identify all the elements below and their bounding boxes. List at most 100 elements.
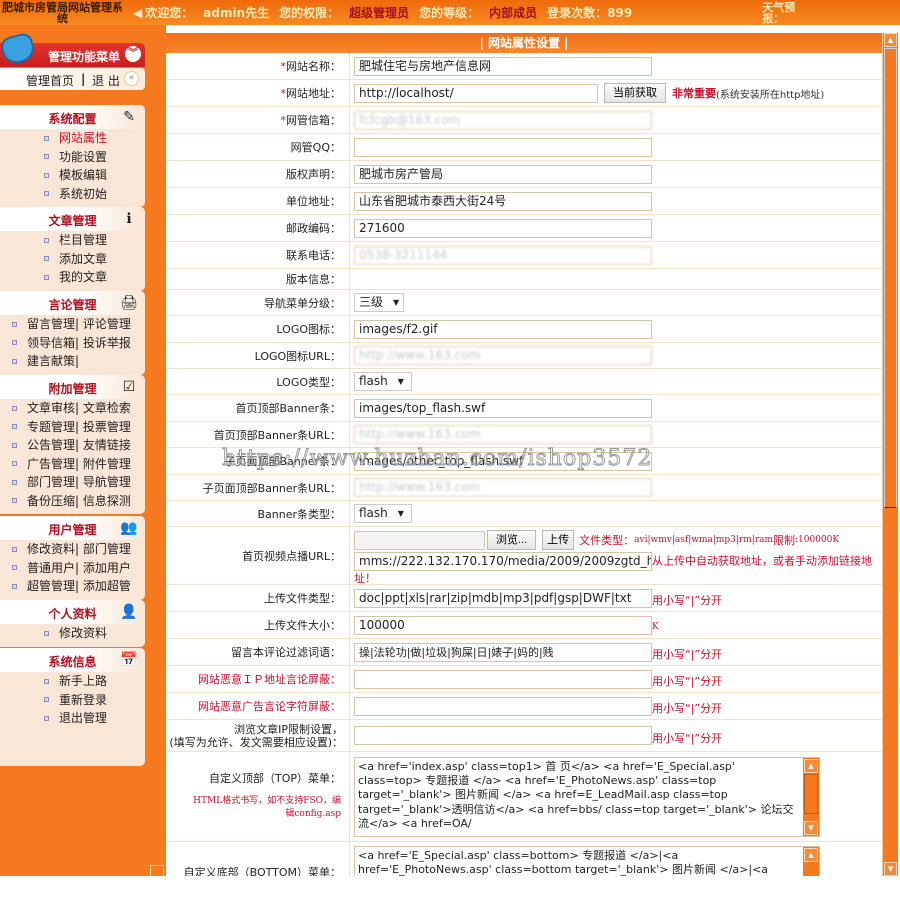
- home-banner-url-input[interactable]: http://www.163.com: [354, 425, 652, 444]
- bullet-icon: [12, 565, 17, 570]
- menu-item[interactable]: 添加文章: [59, 252, 107, 266]
- address-input[interactable]: 山东省肥城市泰西大街24号: [354, 191, 652, 211]
- menu-item[interactable]: 附件管理: [83, 457, 131, 471]
- menu-item[interactable]: 退出管理: [59, 711, 107, 725]
- user-icon: 👤: [120, 604, 138, 620]
- menu-item[interactable]: 信息探测: [83, 494, 131, 508]
- menu-group-header[interactable]: 个人资料 👤: [0, 600, 145, 624]
- scroll-up-icon[interactable]: ▲: [884, 33, 897, 47]
- separator: |: [75, 493, 83, 508]
- sub-banner-url-input[interactable]: http://www.163.com: [354, 478, 652, 497]
- upload-types-input[interactable]: doc|ppt|xls|rar|zip|mdb|mp3|pdf|gsp|DWF|…: [354, 588, 652, 608]
- back-arrow-icon[interactable]: ◀: [133, 6, 142, 20]
- logo-input[interactable]: images/f2.gif: [354, 319, 652, 339]
- logo-url-input[interactable]: http://www.163.com: [354, 346, 652, 365]
- logout-link[interactable]: 退 出: [92, 72, 120, 89]
- menu-item[interactable]: 新手上路: [59, 674, 107, 688]
- hide-sidebar-icon[interactable]: «: [124, 71, 139, 86]
- menu-item[interactable]: 添加用户: [83, 561, 131, 575]
- menu-item[interactable]: 导航管理: [83, 475, 131, 489]
- row-banner-type: Banner条类型： flash ▼: [166, 501, 882, 527]
- menu-item[interactable]: 公告管理: [27, 438, 75, 452]
- upload-size-input[interactable]: 100000: [354, 615, 652, 635]
- menu-item[interactable]: 普通用户: [27, 561, 75, 575]
- scroll-thumb[interactable]: [884, 48, 897, 508]
- video-url-input[interactable]: mms://222.132.170.170/media/2009/2009zgt…: [354, 552, 652, 571]
- scroll-down-icon[interactable]: ▼: [804, 820, 818, 835]
- upload-button[interactable]: 上传: [542, 530, 575, 550]
- menu-item-row: 超管管理| 添加超管: [0, 577, 145, 596]
- scroll-up-icon[interactable]: ▲: [804, 848, 818, 862]
- bullet-icon: [12, 498, 17, 503]
- menu-item-row: 文章审核| 文章检索: [0, 399, 145, 418]
- textarea-scrollbar[interactable]: ▲: [803, 847, 819, 876]
- menu-group-header[interactable]: 系统配置 ✎: [0, 105, 145, 129]
- menu-item[interactable]: 修改资料: [59, 626, 107, 640]
- login-count: 899: [607, 5, 633, 20]
- home-banner-input[interactable]: images/top_flash.swf: [354, 398, 652, 418]
- bullet-icon: [12, 583, 17, 589]
- menu-item[interactable]: 文章审核: [27, 401, 75, 415]
- browse-button[interactable]: 浏览...: [487, 530, 537, 550]
- menu-group-header[interactable]: 言论管理 🖨: [0, 291, 145, 315]
- menu-item[interactable]: 评论管理: [83, 317, 131, 331]
- phone-input[interactable]: 0538-3211144: [354, 245, 652, 265]
- menu-group-header[interactable]: 文章管理 ℹ: [0, 207, 145, 231]
- block-ads-input[interactable]: [354, 696, 652, 716]
- app-title: 肥城市房管局网站管理系统: [2, 0, 123, 25]
- menu-item[interactable]: 修改资料: [27, 542, 75, 556]
- menu-item[interactable]: 留言管理: [27, 317, 75, 331]
- menu-group-header[interactable]: 附加管理 ☑: [0, 375, 145, 399]
- menu-item[interactable]: 广告管理: [27, 457, 75, 471]
- copyright-input[interactable]: 肥城市房产管局: [354, 164, 652, 184]
- postcode-input[interactable]: 271600: [354, 218, 652, 238]
- scroll-up-icon[interactable]: ▲: [804, 758, 818, 773]
- menu-item[interactable]: 文章检索: [83, 401, 131, 415]
- menu-item[interactable]: 重新登录: [59, 693, 107, 707]
- video-file-input[interactable]: [354, 530, 485, 550]
- sub-banner-input[interactable]: images/other_top_flash.swf: [354, 451, 652, 471]
- site-url-input[interactable]: http://localhost/: [354, 83, 598, 103]
- scroll-thumb[interactable]: [804, 773, 818, 814]
- menu-item[interactable]: 我的文章: [59, 270, 107, 284]
- menu-group-header[interactable]: 用户管理 👥: [0, 516, 145, 540]
- menu-item[interactable]: 添加超管: [83, 579, 131, 593]
- banner-type-select[interactable]: flash ▼: [354, 504, 412, 523]
- bullet-icon: [12, 442, 17, 448]
- row-home-banner-url: 首页顶部Banner条URL： http://www.163.com: [166, 422, 882, 448]
- site-url-label: 网站地址：: [286, 87, 341, 100]
- get-current-url-button[interactable]: 当前获取: [604, 83, 666, 103]
- menu-item[interactable]: 栏目管理: [59, 233, 107, 247]
- ip-limit-input[interactable]: [354, 726, 652, 745]
- menu-item[interactable]: 投票管理: [83, 420, 131, 434]
- menu-item[interactable]: 网站属性: [59, 131, 107, 145]
- menu-item[interactable]: 领导信箱: [27, 336, 75, 350]
- calendar-icon: 📅: [120, 652, 138, 668]
- menu-item[interactable]: 超管管理: [27, 579, 75, 593]
- menu-item[interactable]: 建言献策: [27, 354, 75, 368]
- block-ip-input[interactable]: [354, 669, 652, 689]
- top-menu-textarea[interactable]: <a href='index.asp' class=top1> 首 页</a> …: [354, 756, 820, 837]
- logo-type-select[interactable]: flash ▼: [354, 372, 412, 391]
- collapse-menu-icon[interactable]: ︾: [125, 46, 141, 62]
- menu-item[interactable]: 备份压缩: [27, 494, 75, 508]
- menu-item[interactable]: 系统初始: [59, 187, 107, 201]
- menu-item[interactable]: 功能设置: [59, 150, 107, 164]
- admin-email-input[interactable]: fcfcgb@163.com: [354, 110, 652, 130]
- bottom-menu-textarea[interactable]: <a href='E_Special.asp' class=bottom> 专题…: [354, 846, 820, 876]
- site-name-input[interactable]: 肥城住宅与房地产信息网: [354, 56, 652, 76]
- menu-item[interactable]: 专题管理: [27, 420, 75, 434]
- admin-qq-input[interactable]: [354, 137, 652, 157]
- menu-item[interactable]: 投诉举报: [83, 336, 131, 350]
- menu-item[interactable]: 部门管理: [27, 475, 75, 489]
- page-scrollbar[interactable]: ▲ ▼: [882, 33, 898, 876]
- filter-words-input[interactable]: 操|法轮功|做|垃圾|狗屎|日|婊子|妈的|贱: [354, 642, 652, 662]
- menu-group-header[interactable]: 系统信息 📅: [0, 648, 145, 672]
- scroll-down-icon[interactable]: ▼: [884, 862, 897, 876]
- textarea-scrollbar[interactable]: ▲ ▼: [803, 757, 819, 836]
- menu-item[interactable]: 部门管理: [83, 542, 131, 556]
- nav-level-select[interactable]: 三级 ▼: [354, 293, 405, 312]
- admin-home-link[interactable]: 管理首页: [26, 72, 74, 89]
- menu-item[interactable]: 模板编辑: [59, 168, 107, 182]
- menu-item[interactable]: 友情链接: [83, 438, 131, 452]
